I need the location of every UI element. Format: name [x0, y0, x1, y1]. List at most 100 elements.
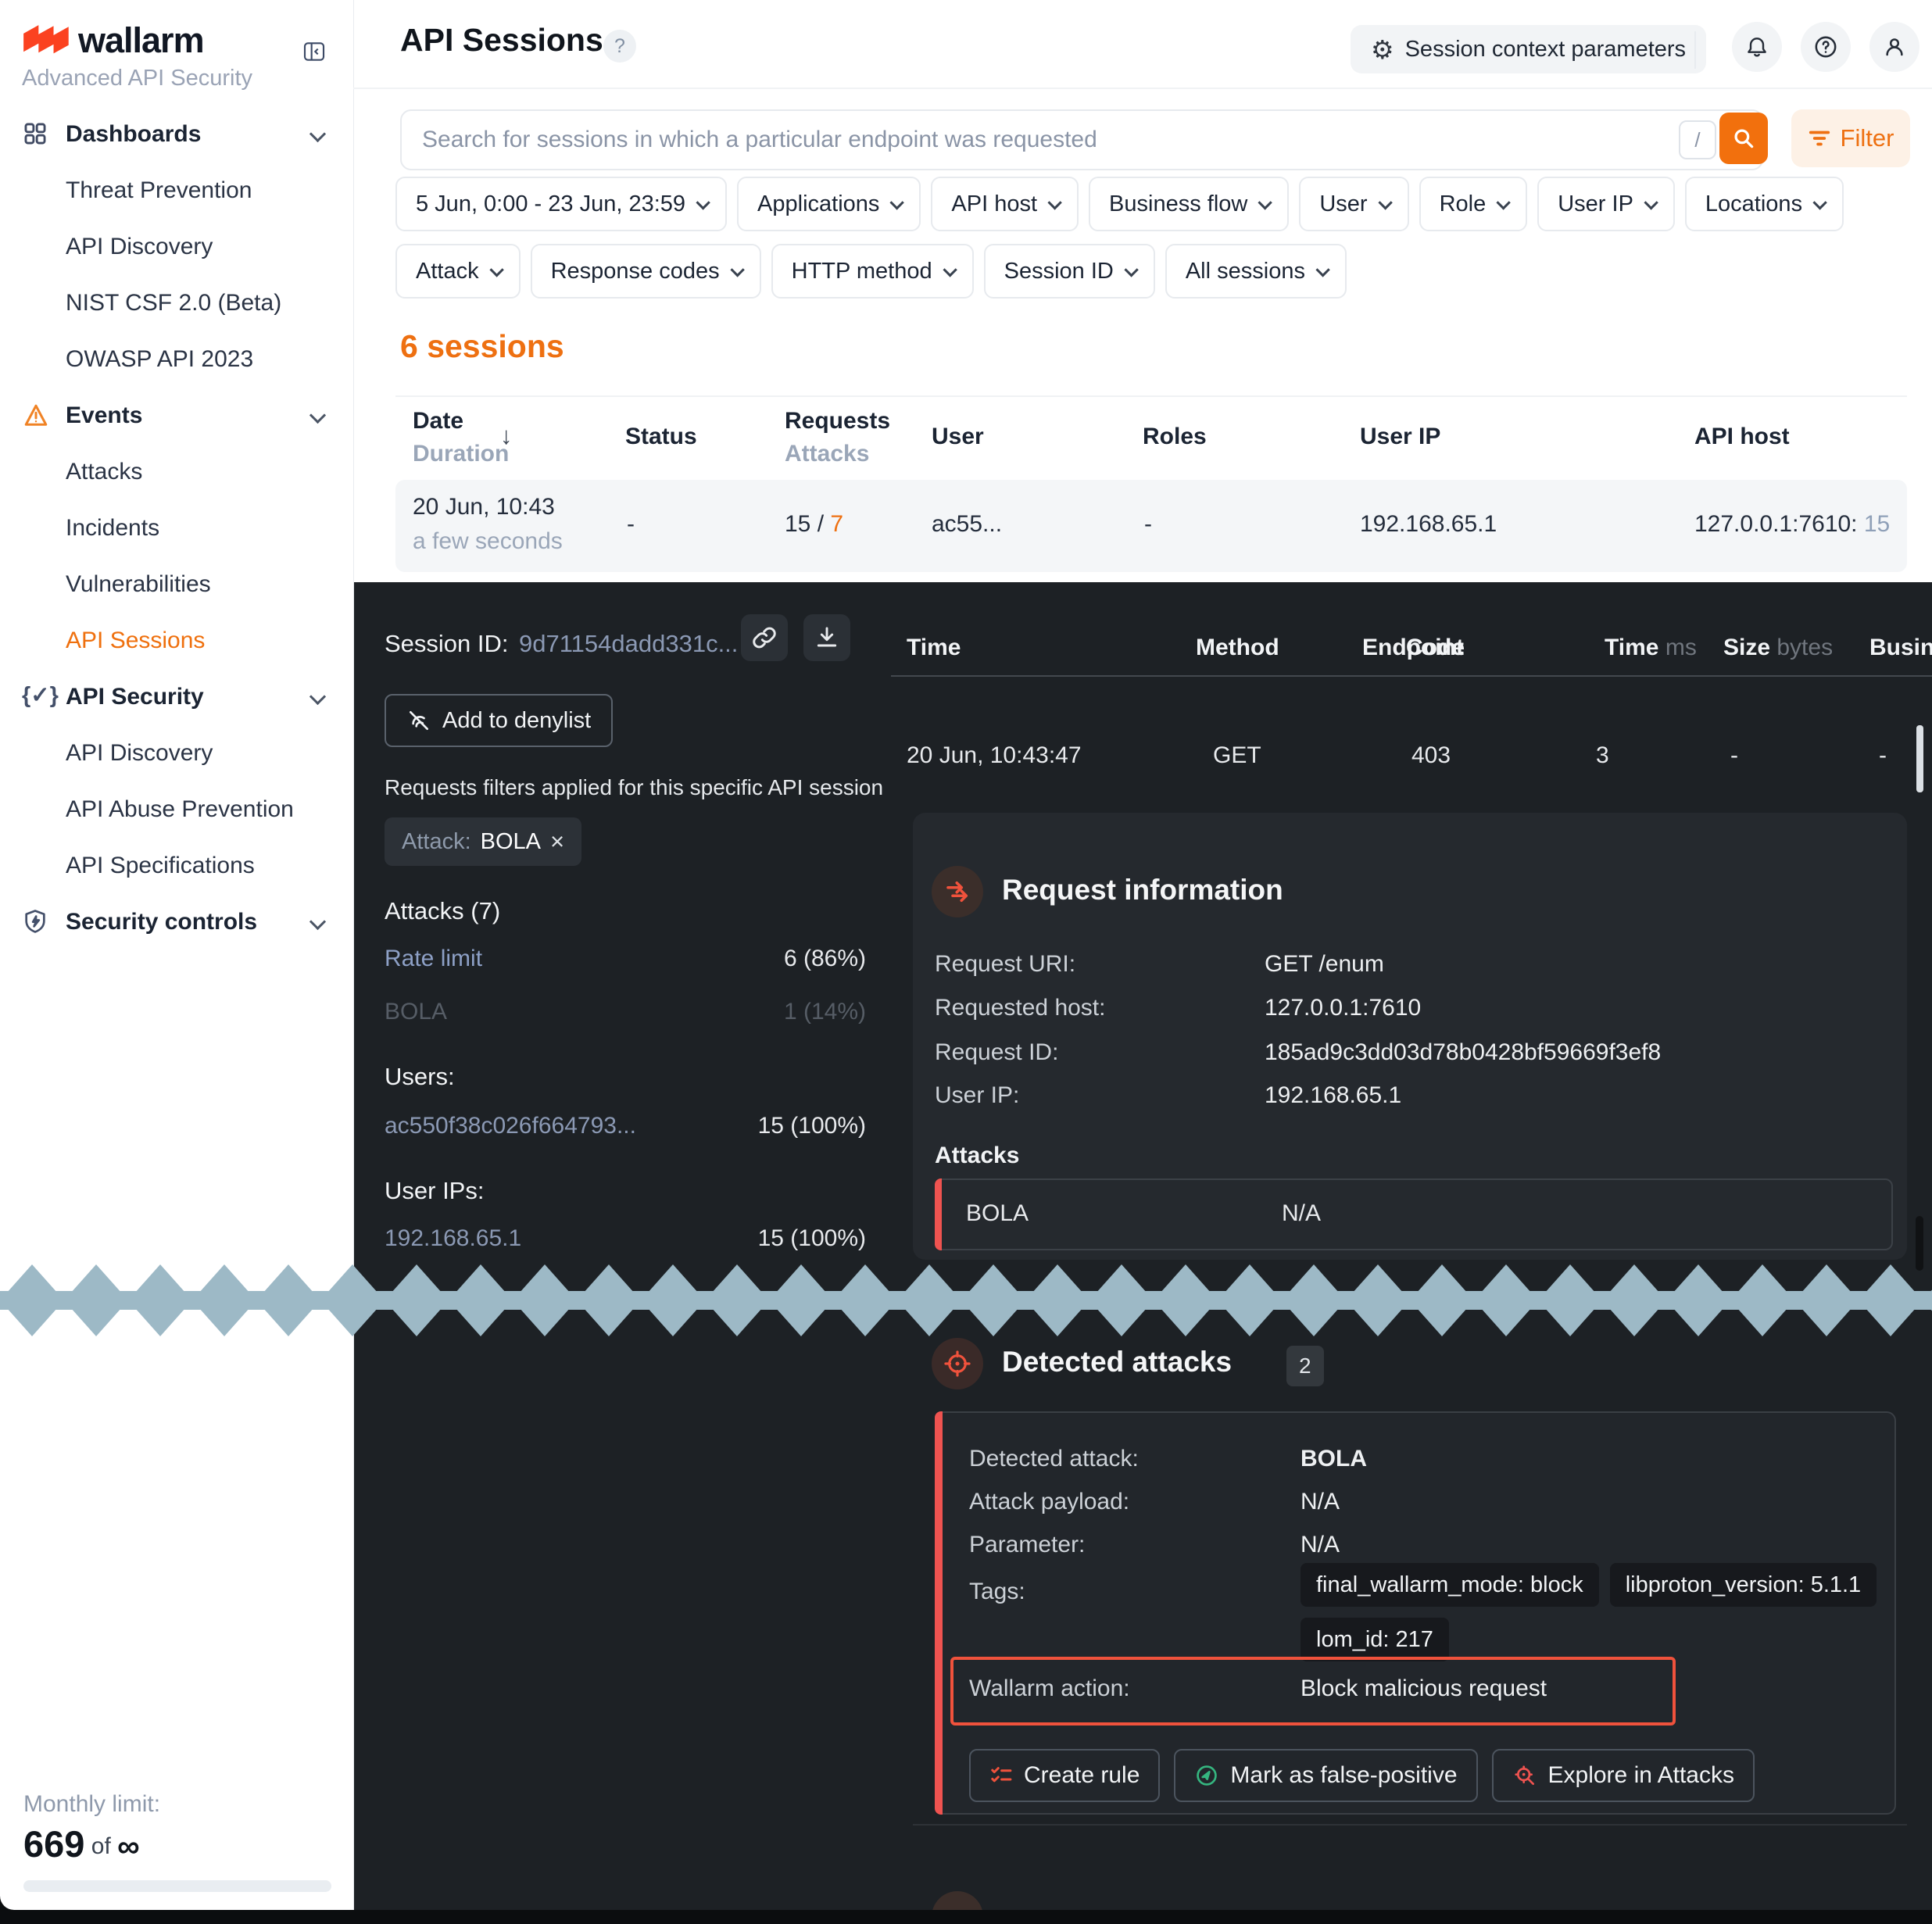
filter-chip-http-method[interactable]: HTTP method	[771, 244, 974, 299]
wallarm-logo-icon	[22, 23, 72, 60]
column-header-roles[interactable]: Roles	[1143, 424, 1207, 450]
stat-rate-limit-link[interactable]: Rate limit	[385, 946, 482, 972]
request-business: -	[1879, 742, 1887, 769]
user-ips-stats-title: User IPs:	[385, 1177, 484, 1205]
sidebar-item-api-abuse-prevention[interactable]: API Abuse Prevention	[0, 783, 353, 839]
detected-attacks-icon	[932, 1338, 983, 1389]
sidebar-item-api-discovery[interactable]: API Discovery	[0, 220, 353, 277]
req-column-method[interactable]: Method	[1196, 635, 1279, 661]
help-button[interactable]	[1801, 22, 1851, 72]
sidebar-item-api-specifications[interactable]: API Specifications	[0, 839, 353, 896]
request-attacks-label: Attacks	[935, 1143, 1019, 1169]
copy-link-button[interactable]	[741, 614, 788, 661]
field-value: GET /enum	[1265, 951, 1384, 978]
create-rule-button[interactable]: Create rule	[969, 1749, 1160, 1802]
applied-filter-chip-attack-bola[interactable]: Attack: BOLA ×	[385, 817, 581, 866]
column-header-api-host[interactable]: API host	[1694, 424, 1790, 450]
session-context-parameters-button[interactable]: ⚙ Session context parameters	[1351, 25, 1706, 73]
session-api-host: 127.0.0.1:7610: 15	[1694, 511, 1890, 538]
sidebar-item-api-security[interactable]: {✓} API Security	[0, 671, 353, 727]
sidebar-item-events[interactable]: Events	[0, 389, 353, 445]
filter-chip-session-id[interactable]: Session ID	[984, 244, 1155, 299]
sidebar-item-attacks[interactable]: Attacks	[0, 445, 353, 502]
column-header-requests[interactable]: Requests	[785, 408, 890, 435]
session-filters-note: Requests filters applied for this specif…	[385, 775, 883, 800]
sidebar-item-owasp-api[interactable]: OWASP API 2023	[0, 333, 353, 389]
stat-user-link[interactable]: ac550f38c026f664793...	[385, 1113, 636, 1139]
req-column-size[interactable]: Size bytes	[1723, 635, 1833, 661]
search-button[interactable]	[1719, 113, 1768, 164]
close-icon[interactable]: ×	[550, 828, 564, 856]
column-header-date[interactable]: Date	[413, 408, 463, 435]
chevron-down-icon	[696, 195, 710, 209]
filter-chip-role[interactable]: Role	[1419, 177, 1528, 231]
field-label: Attack payload:	[969, 1489, 1129, 1515]
filter-chip-attack[interactable]: Attack	[395, 244, 521, 299]
scrollbar-thumb[interactable]	[1916, 725, 1923, 792]
add-to-denylist-button[interactable]: Add to denylist	[385, 694, 613, 747]
column-header-duration[interactable]: Duration	[413, 441, 509, 467]
field-value: 127.0.0.1:7610	[1265, 995, 1421, 1021]
account-button[interactable]	[1869, 22, 1919, 72]
stat-bola-link[interactable]: BOLA	[385, 999, 447, 1025]
sidebar-item-dashboards[interactable]: Dashboards	[0, 108, 353, 164]
request-information-title: Request information	[1002, 874, 1283, 907]
collapse-sidebar-icon	[302, 39, 327, 64]
filter-chip-date-range[interactable]: 5 Jun, 0:00 - 23 Jun, 23:59	[395, 177, 727, 231]
field-label: User IP:	[935, 1082, 1019, 1109]
chevron-down-icon	[1124, 263, 1138, 277]
explore-in-attacks-button[interactable]: Explore in Attacks	[1492, 1749, 1755, 1802]
column-header-user-ip[interactable]: User IP	[1360, 424, 1440, 450]
req-column-time-ms[interactable]: Time ms	[1605, 635, 1697, 661]
request-attack-row[interactable]	[935, 1178, 1893, 1250]
column-header-status[interactable]: Status	[625, 424, 697, 450]
filter-button[interactable]: Filter	[1791, 109, 1910, 167]
brand-name: wallarm	[78, 20, 204, 61]
search-input[interactable]	[420, 116, 1658, 164]
filter-chip-business-flow[interactable]: Business flow	[1089, 177, 1289, 231]
mark-false-positive-button[interactable]: Mark as false-positive	[1174, 1749, 1477, 1802]
sidebar-item-api-discovery-2[interactable]: API Discovery	[0, 727, 353, 783]
stat-ip-link[interactable]: 192.168.65.1	[385, 1225, 521, 1252]
sidebar-item-nist-csf[interactable]: NIST CSF 2.0 (Beta)	[0, 277, 353, 333]
chevron-down-icon	[890, 195, 904, 209]
column-header-attacks[interactable]: Attacks	[785, 441, 869, 467]
session-status: -	[627, 511, 635, 538]
grid-icon	[22, 120, 52, 147]
filter-chip-api-host[interactable]: API host	[931, 177, 1079, 231]
filter-chip-user[interactable]: User	[1299, 177, 1408, 231]
req-column-code[interactable]: Code	[1406, 635, 1465, 661]
column-header-user[interactable]: User	[932, 424, 984, 450]
sidebar-item-vulnerabilities[interactable]: Vulnerabilities	[0, 558, 353, 614]
chevron-down-icon	[730, 263, 744, 277]
filter-chip-response-codes[interactable]: Response codes	[531, 244, 761, 299]
req-column-business[interactable]: Busine	[1869, 635, 1932, 661]
chevron-down-icon	[1813, 195, 1827, 209]
page-help-icon[interactable]: ?	[603, 30, 636, 63]
sidebar-item-security-controls[interactable]: Security controls	[0, 896, 353, 952]
sidebar-collapse-button[interactable]	[295, 33, 333, 70]
filter-chip-all-sessions[interactable]: All sessions	[1165, 244, 1347, 299]
bell-icon	[1744, 34, 1769, 59]
filter-chip-applications[interactable]: Applications	[737, 177, 921, 231]
sidebar-item-threat-prevention[interactable]: Threat Prevention	[0, 164, 353, 220]
field-value: N/A	[1301, 1532, 1340, 1558]
stat-user-value: 15 (100%)	[702, 1113, 866, 1139]
req-column-time[interactable]: Time	[907, 635, 961, 661]
scrollbar-thumb[interactable]	[1916, 1216, 1923, 1271]
chevron-down-icon	[309, 126, 326, 142]
monthly-limit-value: 669 of ∞	[23, 1822, 140, 1865]
field-value: 192.168.65.1	[1265, 1082, 1401, 1109]
sidebar-item-api-sessions[interactable]: API Sessions	[0, 614, 353, 671]
chevron-down-icon	[1378, 195, 1392, 209]
link-icon	[752, 625, 777, 650]
session-id-label: Session ID:	[385, 630, 509, 658]
download-button[interactable]	[803, 614, 850, 661]
notifications-button[interactable]	[1732, 22, 1782, 72]
filter-chip-locations[interactable]: Locations	[1685, 177, 1844, 231]
filter-chip-user-ip[interactable]: User IP	[1537, 177, 1675, 231]
brand-subtitle: Advanced API Security	[22, 66, 252, 91]
sidebar-item-incidents[interactable]: Incidents	[0, 502, 353, 558]
gear-icon: ⚙	[1371, 34, 1394, 65]
request-code: 403	[1411, 742, 1451, 769]
